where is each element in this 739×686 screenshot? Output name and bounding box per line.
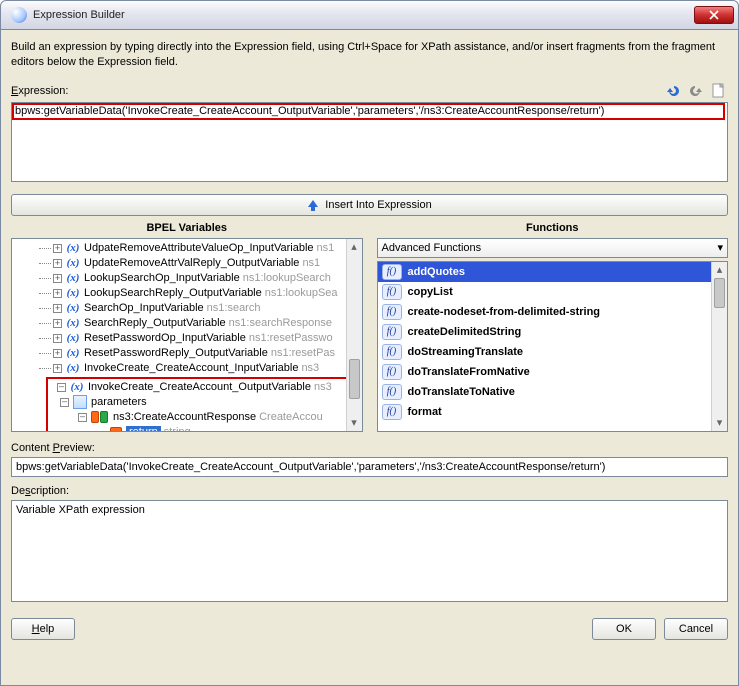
tree-row[interactable]: + (x) SearchOp_InputVariablens1:search xyxy=(12,301,362,316)
function-item[interactable]: format xyxy=(378,402,728,422)
selected-tree-group: – (x) InvokeCreate_CreateAccount_OutputV… xyxy=(46,377,360,432)
return-icon xyxy=(110,427,122,432)
parameters-icon xyxy=(73,395,87,409)
function-icon xyxy=(382,384,402,400)
redo-icon xyxy=(688,83,704,99)
expression-textarea[interactable]: bpws:getVariableData('InvokeCreate_Creat… xyxy=(11,102,728,182)
functions-list[interactable]: addQuotescopyListcreate-nodeset-from-del… xyxy=(377,261,729,432)
function-item[interactable]: copyList xyxy=(378,282,728,302)
function-icon xyxy=(382,344,402,360)
window-title: Expression Builder xyxy=(33,9,694,21)
bpel-variables-tree[interactable]: + (x) UdpateRemoveAttributeValueOp_Input… xyxy=(11,238,363,432)
insert-up-icon xyxy=(307,199,319,211)
help-label: elp xyxy=(40,623,55,635)
tree-row-parameters[interactable]: – parameters xyxy=(48,395,358,410)
undo-icon xyxy=(665,83,681,99)
chevron-down-icon: ▾ xyxy=(717,241,723,254)
content-preview-value: bpws:getVariableData('InvokeCreate_Creat… xyxy=(16,461,605,473)
dialog-body: Build an expression by typing directly i… xyxy=(0,30,739,686)
function-item[interactable]: create-nodeset-from-delimited-string xyxy=(378,302,728,322)
tree-row[interactable]: + (x) ResetPasswordReply_OutputVariablen… xyxy=(12,346,362,361)
function-category-value: Advanced Functions xyxy=(382,242,482,254)
function-icon xyxy=(382,264,402,280)
function-item[interactable]: doTranslateToNative xyxy=(378,382,728,402)
expression-value: bpws:getVariableData('InvokeCreate_Creat… xyxy=(15,105,724,117)
tree-row-return[interactable]: returnstring xyxy=(48,425,358,432)
function-item[interactable]: doStreamingTranslate xyxy=(378,342,728,362)
cancel-button[interactable]: Cancel xyxy=(664,618,728,640)
tree-row-response[interactable]: – ns3:CreateAccountResponseCreateAccou xyxy=(48,410,358,425)
functions-header: Functions xyxy=(377,222,729,234)
function-item[interactable]: addQuotes xyxy=(378,262,728,282)
undo-button[interactable] xyxy=(664,82,682,100)
function-category-combo[interactable]: Advanced Functions ▾ xyxy=(377,238,729,258)
function-item[interactable]: createDelimitedString xyxy=(378,322,728,342)
tree-row[interactable]: + (x) LookupSearchReply_OutputVariablens… xyxy=(12,286,362,301)
tree-row-expanded[interactable]: – (x) InvokeCreate_CreateAccount_OutputV… xyxy=(48,380,358,395)
function-icon xyxy=(382,304,402,320)
content-preview-label: Content Preview: xyxy=(11,442,728,454)
description-value: Variable XPath expression xyxy=(16,504,145,516)
tree-row[interactable]: + (x) InvokeCreate_CreateAccount_InputVa… xyxy=(12,361,362,376)
tree-row[interactable]: + (x) LookupSearchOp_InputVariablens1:lo… xyxy=(12,271,362,286)
ok-button[interactable]: OK xyxy=(592,618,656,640)
insert-into-expression-button[interactable]: Insert Into Expression xyxy=(11,194,728,216)
insert-button-label: Insert Into Expression xyxy=(325,199,431,211)
expression-label: Expression: xyxy=(11,85,68,97)
tree-row[interactable]: + (x) SearchReply_OutputVariablens1:sear… xyxy=(12,316,362,331)
function-icon xyxy=(382,284,402,300)
function-icon xyxy=(382,404,402,420)
tree-scrollbar[interactable]: ▴▾ xyxy=(346,239,362,431)
tree-row[interactable]: + (x) UpdateRemoveAttrValReply_OutputVar… xyxy=(12,256,362,271)
tree-row[interactable]: + (x) ResetPasswordOp_InputVariablens1:r… xyxy=(12,331,362,346)
function-icon xyxy=(382,324,402,340)
function-icon xyxy=(382,364,402,380)
close-button[interactable] xyxy=(694,6,734,24)
redo-button[interactable] xyxy=(687,82,705,100)
function-item[interactable]: doTranslateFromNative xyxy=(378,362,728,382)
close-icon xyxy=(709,10,719,20)
content-preview-field[interactable]: bpws:getVariableData('InvokeCreate_Creat… xyxy=(11,457,728,477)
description-label: Description: xyxy=(11,485,728,497)
app-icon xyxy=(11,7,27,23)
response-icon xyxy=(91,411,109,423)
blank-page-icon xyxy=(711,83,727,99)
intro-text: Build an expression by typing directly i… xyxy=(11,40,728,70)
clear-button[interactable] xyxy=(710,82,728,100)
functions-scrollbar[interactable]: ▴▾ xyxy=(711,262,727,431)
bpel-variables-header: BPEL Variables xyxy=(11,222,363,234)
tree-row[interactable]: + (x) UdpateRemoveAttributeValueOp_Input… xyxy=(12,241,362,256)
title-bar: Expression Builder xyxy=(0,0,739,30)
description-field: Variable XPath expression xyxy=(11,500,728,602)
help-button[interactable]: Help xyxy=(11,618,75,640)
